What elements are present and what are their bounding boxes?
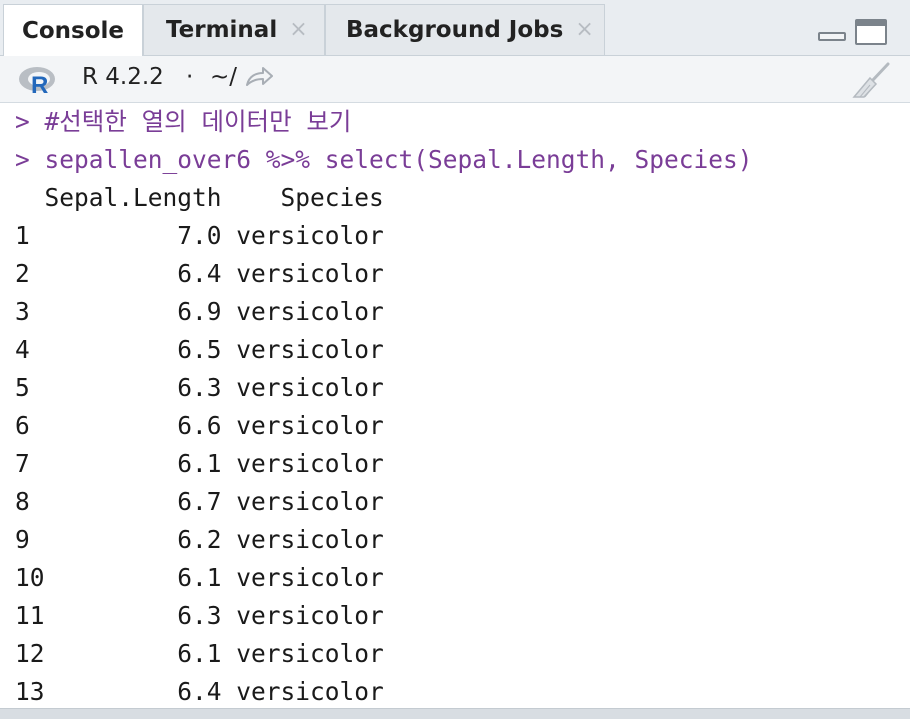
- tab-background-jobs-label: Background Jobs: [346, 17, 564, 43]
- goto-directory-icon[interactable]: [244, 66, 274, 88]
- r-version-label: R 4.2.2: [82, 64, 164, 90]
- working-directory: ~/: [210, 64, 238, 90]
- tab-console[interactable]: Console: [3, 4, 143, 56]
- table-row: 11 6.3 versicolor: [15, 601, 384, 630]
- table-row: 2 6.4 versicolor: [15, 259, 384, 288]
- table-row: 5 6.3 versicolor: [15, 373, 384, 402]
- svg-text:R: R: [31, 72, 48, 95]
- tab-background-jobs[interactable]: Background Jobs ×: [325, 4, 605, 55]
- tab-terminal-label: Terminal: [166, 17, 278, 43]
- console-info-bar: R R 4.2.2 · ~/: [0, 56, 910, 103]
- maximize-icon[interactable]: [855, 19, 887, 45]
- pane-tab-bar: Console Terminal × Background Jobs ×: [0, 0, 910, 56]
- console-line-command: > sepallen_over6 %>% select(Sepal.Length…: [15, 145, 753, 174]
- broom-icon[interactable]: [850, 61, 894, 99]
- table-header: Sepal.Length Species: [15, 183, 384, 212]
- table-row: 13 6.4 versicolor: [15, 677, 384, 706]
- table-row: 3 6.9 versicolor: [15, 297, 384, 326]
- minimize-icon[interactable]: [818, 32, 846, 41]
- table-row: 7 6.1 versicolor: [15, 449, 384, 478]
- tab-terminal[interactable]: Terminal ×: [143, 4, 325, 55]
- close-background-jobs-icon[interactable]: ×: [575, 19, 593, 41]
- close-terminal-icon[interactable]: ×: [289, 19, 307, 41]
- console-output[interactable]: > #선택한 열의 데이터만 보기 > sepallen_over6 %>% s…: [0, 103, 910, 708]
- table-row: 10 6.1 versicolor: [15, 563, 384, 592]
- separator: ·: [186, 64, 194, 90]
- table-row: 12 6.1 versicolor: [15, 639, 384, 668]
- table-row: 4 6.5 versicolor: [15, 335, 384, 364]
- table-row: 1 7.0 versicolor: [15, 221, 384, 250]
- console-line-comment: > #선택한 열의 데이터만 보기: [15, 107, 352, 136]
- table-row: 9 6.2 versicolor: [15, 525, 384, 554]
- r-logo-icon: R: [19, 67, 55, 95]
- tab-console-label: Console: [21, 17, 125, 44]
- horizontal-scrollbar[interactable]: [0, 708, 910, 719]
- table-row: 6 6.6 versicolor: [15, 411, 384, 440]
- table-row: 8 6.7 versicolor: [15, 487, 384, 516]
